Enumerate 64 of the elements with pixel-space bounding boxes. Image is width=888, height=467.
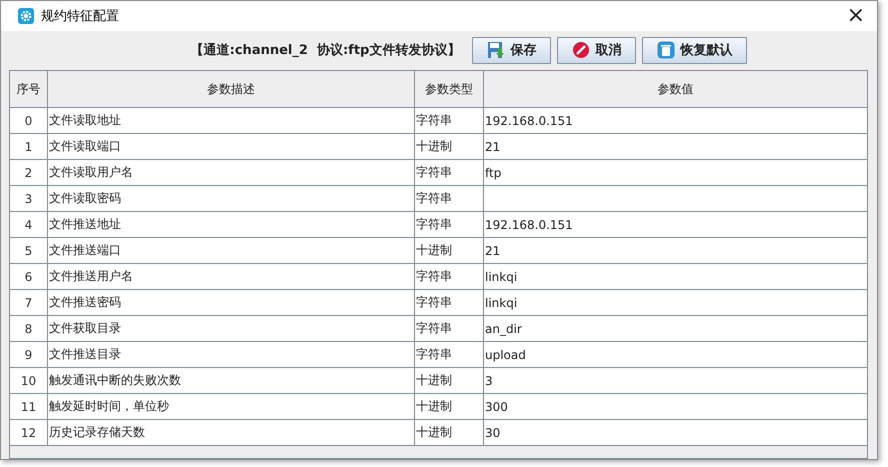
table-header-cell: 参数描述 (48, 71, 414, 108)
cancel-button[interactable]: 取消 (557, 36, 636, 64)
table-cell: 字符串 (416, 295, 452, 309)
table-header-cell: 参数值 (484, 71, 867, 108)
table-cell: 文件推送用户名 (49, 269, 133, 283)
table-cell: 十进制 (416, 243, 452, 257)
table-cell: 12 (20, 426, 36, 440)
table-cell: 9 (24, 348, 32, 362)
table-cell: 十进制 (416, 425, 452, 439)
trash-icon (657, 41, 676, 59)
table-cell: 字符串 (416, 347, 452, 361)
table-cell: 6 (24, 270, 32, 284)
table-cell: 触发通讯中断的失败次数 (49, 373, 181, 387)
table-cell: 字符串 (416, 269, 452, 283)
table-cell: 3 (24, 192, 32, 206)
gear-icon (18, 8, 34, 24)
table-cell: 8 (24, 322, 32, 336)
table-cell: 192.168.0.151 (485, 114, 573, 128)
table-cell: 300 (485, 400, 508, 414)
table-cell: 30 (485, 426, 500, 440)
table-cell: 十进制 (416, 399, 452, 413)
table-cell: 字符串 (416, 321, 452, 335)
table-cell: 10 (20, 374, 36, 388)
reset-button[interactable]: 恢复默认 (642, 36, 748, 64)
table-cell: 触发延时时间，单位秒 (49, 399, 169, 413)
close-button[interactable]: × (840, 5, 871, 27)
table-cell: 字符串 (416, 165, 452, 179)
table-cell: 5 (24, 244, 32, 258)
table-cell: 0 (24, 114, 32, 128)
table-cell: 2 (24, 166, 32, 180)
save-button[interactable]: 保存 (472, 36, 552, 64)
table-cell: 11 (20, 400, 36, 414)
table-cell: 十进制 (416, 373, 452, 387)
table-cell: linkqi (485, 296, 518, 310)
table-cell: 文件推送端口 (49, 243, 121, 257)
table-cell: 文件读取密码 (49, 191, 121, 205)
table-cell: 字符串 (416, 191, 452, 205)
table-cell: 文件读取地址 (49, 113, 121, 127)
table-cell: 文件推送密码 (49, 295, 121, 309)
table-cell: 字符串 (416, 217, 452, 231)
table-cell: 文件读取用户名 (49, 165, 133, 179)
table-cell: 7 (24, 296, 32, 310)
table-cell: 文件获取目录 (49, 321, 121, 335)
table-header-cell: 参数类型 (414, 71, 484, 108)
table-cell: 21 (485, 140, 500, 154)
table-cell: upload (485, 348, 526, 362)
table-cell: 字符串 (416, 113, 452, 127)
table-cell: 文件读取端口 (49, 139, 121, 153)
table-cell: 1 (24, 140, 32, 154)
table-header-cell: 序号 (10, 71, 48, 108)
table-cell: ftp (485, 166, 502, 180)
window-title: 规约特征配置 (41, 8, 119, 25)
table-cell: 十进制 (416, 139, 452, 153)
table-cell: 3 (485, 374, 493, 388)
table-cell: 文件推送目录 (49, 347, 121, 361)
table-cell: an_dir (485, 322, 522, 336)
table-cell: 4 (24, 218, 32, 232)
table-cell: 21 (485, 244, 500, 258)
table-cell: linkqi (485, 270, 518, 284)
table-cell: 历史记录存储天数 (49, 425, 145, 439)
table-cell: 192.168.0.151 (485, 218, 573, 232)
no-entry-icon (572, 41, 590, 59)
channel-caption: 【通道:channel_2 协议:ftp文件转发协议】 (190, 42, 460, 59)
table-cell: 文件推送地址 (49, 217, 121, 231)
